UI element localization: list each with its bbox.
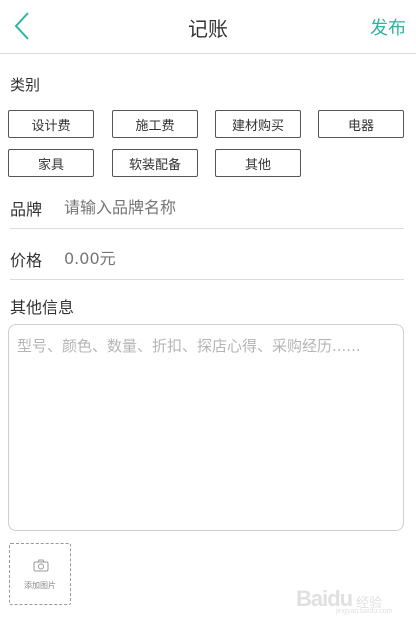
header-bar: 记账 发布 — [0, 0, 416, 54]
brand-row: 品牌 — [10, 187, 404, 229]
price-row: 价格 — [10, 238, 404, 280]
category-grid: 设计费 施工费 建材购买 电器 家具 软装配备 其他 — [8, 108, 408, 180]
brand-label: 品牌 — [10, 199, 43, 219]
category-design-fee[interactable]: 设计费 — [8, 110, 94, 138]
watermark-url: jingyan.baidu.com — [336, 608, 393, 615]
price-input[interactable] — [64, 249, 404, 268]
category-other[interactable]: 其他 — [215, 149, 301, 177]
add-photo-button[interactable]: 添加图片 — [9, 543, 71, 605]
page-title: 记账 — [188, 17, 228, 41]
brand-input[interactable] — [64, 198, 404, 217]
category-appliances[interactable]: 电器 — [318, 110, 404, 138]
category-construction-fee[interactable]: 施工费 — [112, 110, 198, 138]
other-info-label: 其他信息 — [10, 298, 75, 317]
baidu-watermark: Baidu 经验 jingyan.baidu.com — [290, 582, 410, 620]
category-soft-furnishing[interactable]: 软装配备 — [112, 149, 198, 177]
publish-button[interactable]: 发布 — [370, 14, 406, 40]
price-label: 价格 — [10, 250, 43, 270]
category-materials[interactable]: 建材购买 — [215, 110, 301, 138]
other-info-textarea[interactable]: 型号、颜色、数量、折扣、探店心得、采购经历...... — [8, 324, 404, 531]
category-furniture[interactable]: 家具 — [8, 149, 94, 177]
camera-icon — [33, 559, 49, 572]
other-info-placeholder: 型号、颜色、数量、折扣、探店心得、采购经历...... — [17, 337, 361, 355]
add-photo-label: 添加图片 — [24, 581, 56, 590]
category-label: 类别 — [10, 76, 41, 94]
